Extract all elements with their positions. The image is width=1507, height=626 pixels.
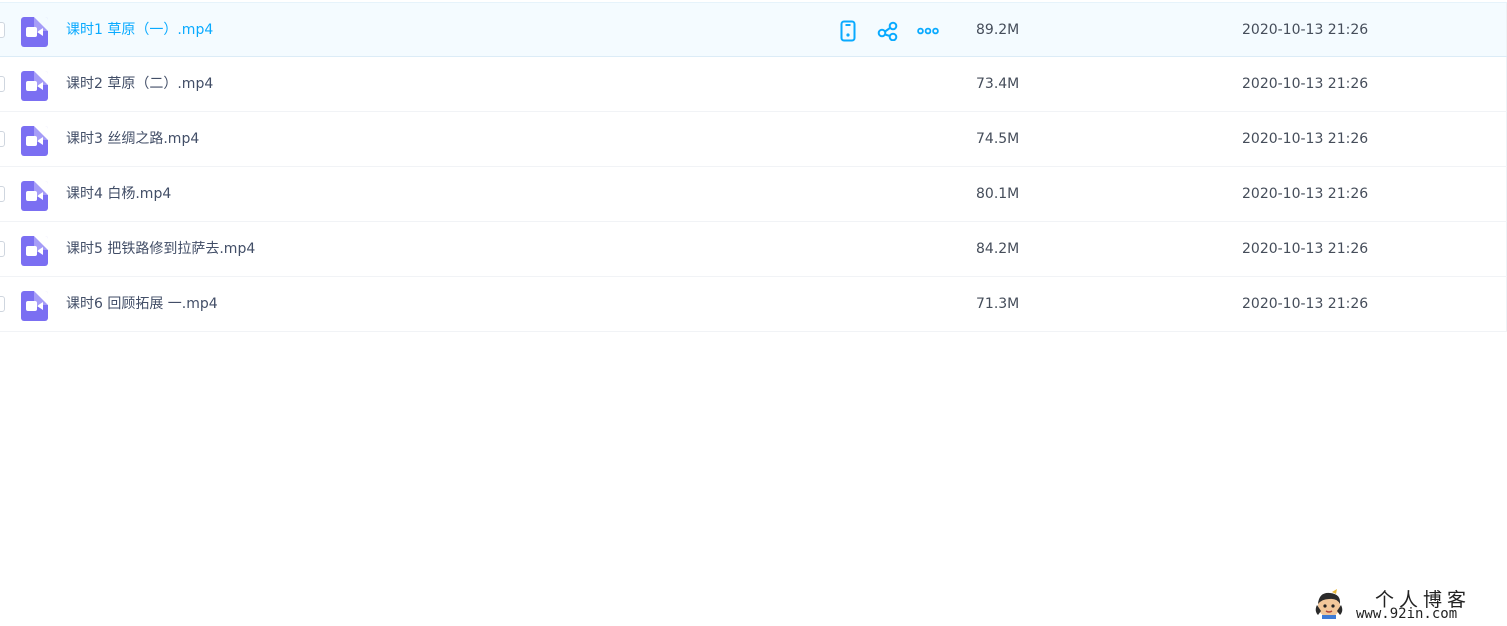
- file-modified-time: 2020-10-13 21:26: [1242, 131, 1369, 147]
- file-row[interactable]: 课时4 白杨.mp4 80.1M 2020-10-13 21:26: [0, 167, 1507, 222]
- watermark: 个人博客 www.92in.com: [1313, 585, 1503, 623]
- row-actions: [836, 19, 956, 43]
- video-file-icon: [21, 17, 48, 47]
- video-file-icon: [21, 71, 48, 101]
- file-name[interactable]: 课时3 丝绸之路.mp4: [66, 129, 199, 149]
- row-checkbox[interactable]: [0, 131, 5, 147]
- file-modified-time: 2020-10-13 21:26: [1242, 76, 1369, 92]
- row-checkbox[interactable]: [0, 241, 5, 257]
- file-modified-time: 2020-10-13 21:26: [1242, 22, 1369, 38]
- more-icon[interactable]: [916, 19, 940, 43]
- file-size: 89.2M: [976, 22, 1020, 38]
- file-size: 84.2M: [976, 241, 1020, 257]
- row-checkbox[interactable]: [0, 76, 5, 92]
- watermark-url: www.92in.com: [1356, 606, 1458, 622]
- phone-icon[interactable]: [836, 19, 860, 43]
- video-file-icon: [21, 126, 48, 156]
- file-size: 80.1M: [976, 186, 1020, 202]
- row-checkbox[interactable]: [0, 186, 5, 202]
- file-row[interactable]: 课时2 草原（二）.mp4 73.4M 2020-10-13 21:26: [0, 57, 1507, 112]
- row-checkbox[interactable]: [0, 22, 5, 38]
- file-list: 课时1 草原（一）.mp4 89.2M 2020-10-13 21:26 课时2…: [0, 2, 1507, 332]
- file-modified-time: 2020-10-13 21:26: [1242, 186, 1369, 202]
- share-icon[interactable]: [876, 19, 900, 43]
- video-file-icon: [21, 181, 48, 211]
- video-file-icon: [21, 236, 48, 266]
- file-row[interactable]: 课时6 回顾拓展 一.mp4 71.3M 2020-10-13 21:26: [0, 277, 1507, 332]
- file-name[interactable]: 课时6 回顾拓展 一.mp4: [66, 294, 218, 314]
- file-row[interactable]: 课时1 草原（一）.mp4 89.2M 2020-10-13 21:26: [0, 2, 1507, 57]
- blog-avatar-icon: [1313, 589, 1345, 619]
- file-row[interactable]: 课时5 把铁路修到拉萨去.mp4 84.2M 2020-10-13 21:26: [0, 222, 1507, 277]
- file-modified-time: 2020-10-13 21:26: [1242, 296, 1369, 312]
- file-modified-time: 2020-10-13 21:26: [1242, 241, 1369, 257]
- file-size: 73.4M: [976, 76, 1020, 92]
- video-file-icon: [21, 291, 48, 321]
- file-name[interactable]: 课时2 草原（二）.mp4: [66, 74, 213, 94]
- file-size: 74.5M: [976, 131, 1020, 147]
- file-name[interactable]: 课时1 草原（一）.mp4: [66, 20, 213, 40]
- file-name[interactable]: 课时5 把铁路修到拉萨去.mp4: [66, 239, 255, 259]
- file-name[interactable]: 课时4 白杨.mp4: [66, 184, 171, 204]
- file-size: 71.3M: [976, 296, 1020, 312]
- file-row[interactable]: 课时3 丝绸之路.mp4 74.5M 2020-10-13 21:26: [0, 112, 1507, 167]
- row-checkbox[interactable]: [0, 296, 5, 312]
